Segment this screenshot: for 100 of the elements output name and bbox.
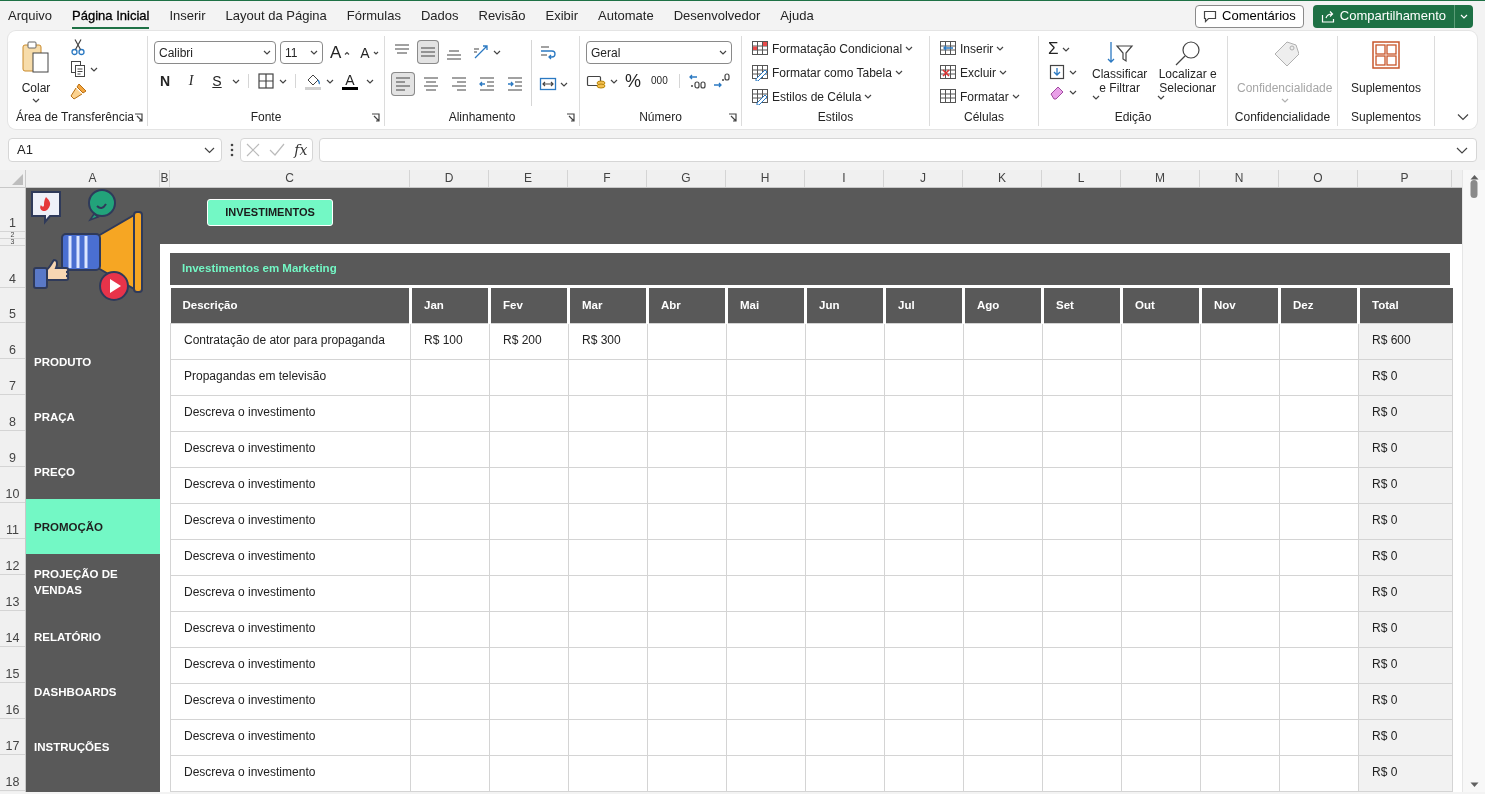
borders-icon[interactable] bbox=[257, 72, 275, 90]
column-header[interactable]: O bbox=[1279, 170, 1358, 187]
column-header[interactable]: K bbox=[963, 170, 1042, 187]
row-header[interactable]: 14 bbox=[0, 611, 25, 647]
row-header[interactable]: 4 bbox=[0, 246, 25, 288]
menu-tab[interactable]: Revisão bbox=[478, 3, 526, 29]
caret-icon[interactable] bbox=[560, 81, 568, 87]
row-header[interactable]: 9 bbox=[0, 431, 25, 467]
caret-icon[interactable] bbox=[1061, 46, 1070, 52]
shrink-font-button[interactable]: A bbox=[357, 43, 382, 62]
align-left-button[interactable] bbox=[391, 72, 415, 96]
menu-tab[interactable]: Inserir bbox=[169, 3, 206, 29]
caret-icon[interactable] bbox=[999, 70, 1007, 75]
caret-icon[interactable] bbox=[905, 46, 914, 51]
nav-link[interactable]: PRODUTO bbox=[26, 334, 160, 389]
align-middle-button[interactable] bbox=[417, 40, 439, 64]
cell-styles-button[interactable]: Estilos de Célula bbox=[748, 86, 917, 107]
caret-icon[interactable] bbox=[32, 98, 40, 103]
add-ins-button[interactable]: Suplementos bbox=[1347, 38, 1424, 97]
format-as-table-button[interactable]: Formatar como Tabela bbox=[748, 62, 917, 83]
row-header[interactable]: 12 bbox=[0, 539, 25, 575]
caret-icon[interactable] bbox=[204, 146, 215, 154]
dialog-launcher-icon[interactable] bbox=[371, 112, 380, 122]
sort-filter-button[interactable]: Classificar e Filtrar bbox=[1089, 38, 1151, 102]
caret-icon[interactable] bbox=[326, 78, 334, 84]
increase-decimal-icon[interactable] bbox=[687, 72, 708, 90]
column-header[interactable]: F bbox=[568, 170, 647, 187]
caret-icon[interactable] bbox=[263, 50, 271, 55]
underline-button[interactable]: S bbox=[206, 72, 228, 90]
name-box[interactable]: A1 bbox=[8, 138, 222, 162]
nav-link[interactable]: RELATÓRIO bbox=[26, 609, 160, 664]
paint-bucket-icon[interactable] bbox=[304, 72, 322, 90]
menu-tab[interactable]: Página Inicial bbox=[72, 3, 150, 29]
column-header[interactable]: J bbox=[884, 170, 963, 187]
investments-button[interactable]: INVESTIMENTOS bbox=[207, 198, 333, 226]
fill-down-icon[interactable] bbox=[1049, 64, 1065, 80]
font-color-button[interactable]: A bbox=[338, 72, 362, 90]
column-header[interactable]: L bbox=[1042, 170, 1121, 187]
column-header[interactable]: P bbox=[1358, 170, 1452, 187]
nav-link[interactable]: PREÇO bbox=[26, 444, 160, 499]
column-header[interactable]: C bbox=[170, 170, 410, 187]
menu-tab[interactable]: Exibir bbox=[545, 3, 578, 29]
menu-tab[interactable]: Layout da Página bbox=[225, 3, 327, 29]
insert-cells-button[interactable]: Inserir bbox=[936, 38, 1023, 59]
find-select-button[interactable]: Localizar e Selecionar bbox=[1154, 38, 1221, 102]
decrease-decimal-icon[interactable] bbox=[711, 72, 732, 90]
share-button[interactable]: Compartilhamento bbox=[1312, 4, 1454, 28]
caret-icon[interactable] bbox=[1157, 95, 1166, 100]
format-cells-button[interactable]: Formatar bbox=[936, 86, 1023, 107]
expand-icon[interactable] bbox=[1456, 146, 1468, 154]
menu-tab[interactable]: Arquivo bbox=[8, 3, 53, 29]
column-header[interactable]: E bbox=[489, 170, 568, 187]
scroll-thumb-icon[interactable] bbox=[1470, 180, 1478, 198]
row-header[interactable]: 10 bbox=[0, 467, 25, 503]
column-header[interactable]: G bbox=[647, 170, 726, 187]
caret-icon[interactable] bbox=[310, 50, 318, 55]
row-header[interactable]: 5 bbox=[0, 288, 25, 323]
conditional-formatting-button[interactable]: Formatação Condicional bbox=[748, 38, 917, 59]
dialog-launcher-icon[interactable] bbox=[728, 112, 737, 122]
dialog-launcher-icon[interactable] bbox=[134, 112, 143, 122]
caret-icon[interactable] bbox=[232, 78, 240, 84]
row-header[interactable]: 16 bbox=[0, 683, 25, 719]
font-name-dropdown[interactable]: Calibri bbox=[154, 41, 276, 64]
column-header[interactable]: A bbox=[26, 170, 160, 187]
share-options-button[interactable] bbox=[1454, 4, 1473, 28]
scissors-icon[interactable] bbox=[70, 38, 86, 56]
row-header[interactable]: 17 bbox=[0, 719, 25, 755]
autosum-button[interactable]: Σ bbox=[1045, 38, 1081, 60]
column-header[interactable]: H bbox=[726, 170, 805, 187]
menu-tab[interactable]: Ajuda bbox=[780, 3, 814, 29]
caret-icon[interactable] bbox=[1069, 69, 1077, 75]
format-painter-icon[interactable] bbox=[70, 82, 88, 100]
column-header[interactable]: N bbox=[1200, 170, 1279, 187]
nav-link[interactable]: PRAÇA bbox=[26, 389, 160, 444]
menu-tab[interactable]: Dados bbox=[420, 3, 459, 29]
menu-tab[interactable]: Desenvolvedor bbox=[673, 3, 761, 29]
grow-font-button[interactable]: A bbox=[327, 43, 354, 62]
font-size-dropdown[interactable]: 11 bbox=[280, 41, 323, 64]
bold-button[interactable]: N bbox=[154, 72, 176, 90]
column-header[interactable]: I bbox=[805, 170, 884, 187]
collapse-ribbon-icon[interactable] bbox=[1457, 113, 1469, 121]
menu-tab[interactable]: Automate bbox=[598, 3, 654, 29]
row-header[interactable]: 13 bbox=[0, 575, 25, 611]
nav-link[interactable]: INSTRUÇÕES bbox=[26, 719, 160, 774]
nav-link[interactable]: PROMOÇÃO bbox=[26, 499, 160, 554]
percent-button[interactable]: % bbox=[622, 72, 644, 90]
insert-function-button[interactable]: fx bbox=[294, 139, 308, 161]
row-header[interactable]: 8 bbox=[0, 395, 25, 431]
caret-icon[interactable] bbox=[493, 49, 501, 55]
caret-icon[interactable] bbox=[1011, 94, 1020, 99]
row-header[interactable]: 1 bbox=[0, 188, 25, 232]
dialog-launcher-icon[interactable] bbox=[566, 112, 575, 122]
row-header[interactable]: 11 bbox=[0, 503, 25, 539]
caret-icon[interactable] bbox=[279, 78, 287, 84]
caret-icon[interactable] bbox=[996, 46, 1005, 51]
number-format-dropdown[interactable]: Geral bbox=[586, 41, 732, 64]
caret-icon[interactable] bbox=[90, 66, 98, 72]
caret-icon[interactable] bbox=[366, 78, 374, 84]
row-header[interactable]: 18 bbox=[0, 755, 25, 791]
vertical-scrollbar[interactable] bbox=[1462, 170, 1485, 792]
